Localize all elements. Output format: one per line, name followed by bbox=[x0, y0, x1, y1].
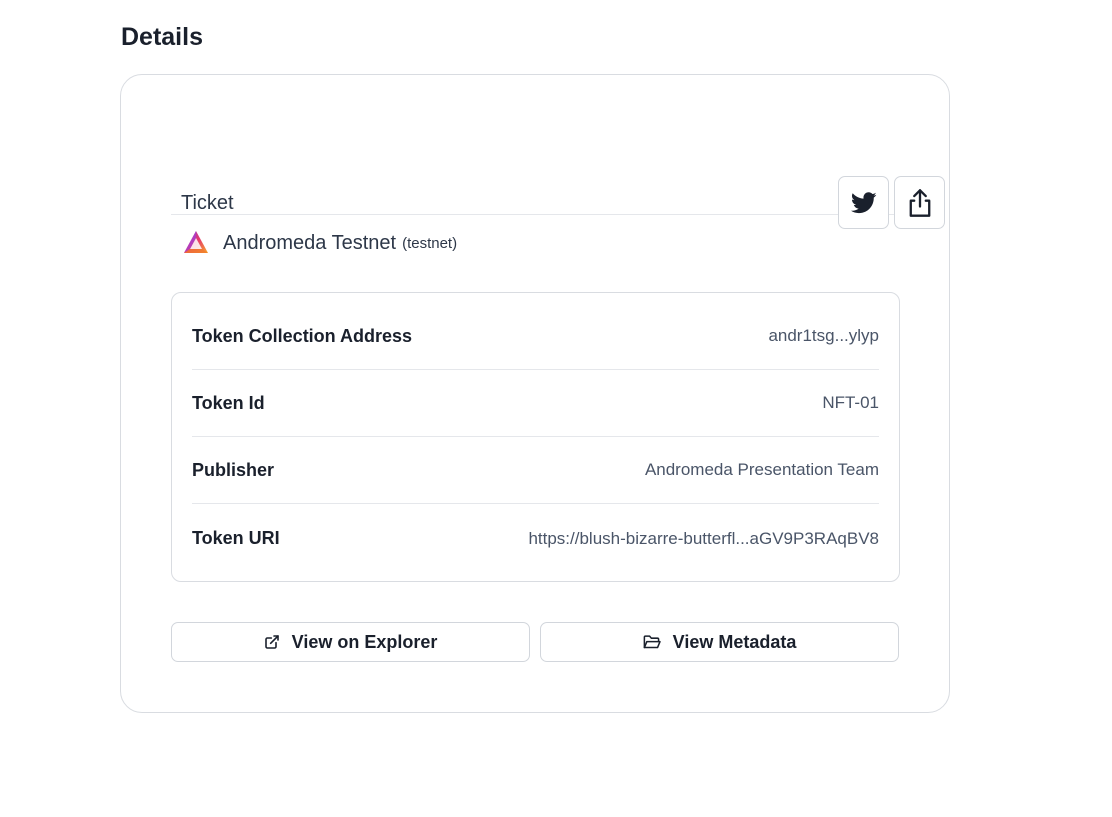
share-icon bbox=[906, 188, 934, 218]
details-card: Ticket Andromeda Testnet (testnet) Token… bbox=[120, 74, 950, 713]
chain-info: Andromeda Testnet (testnet) bbox=[181, 228, 457, 258]
detail-row-token-uri: Token URI https://blush-bizarre-butterfl… bbox=[192, 505, 879, 572]
andromeda-logo-icon bbox=[181, 228, 211, 258]
view-on-explorer-label: View on Explorer bbox=[291, 631, 438, 652]
detail-value: Andromeda Presentation Team bbox=[644, 460, 879, 479]
view-metadata-label: View Metadata bbox=[672, 631, 797, 652]
detail-label: Publisher bbox=[192, 459, 275, 480]
detail-row-collection-address: Token Collection Address andr1tsg...ylyp bbox=[192, 303, 879, 370]
token-details-table: Token Collection Address andr1tsg...ylyp… bbox=[171, 292, 900, 582]
folder-open-icon bbox=[643, 634, 673, 650]
share-button[interactable] bbox=[894, 176, 945, 229]
view-on-explorer-button[interactable]: View on Explorer bbox=[171, 622, 530, 662]
detail-row-publisher: Publisher Andromeda Presentation Team bbox=[192, 437, 879, 504]
card-header: Ticket bbox=[171, 125, 945, 229]
view-metadata-button[interactable]: View Metadata bbox=[540, 622, 899, 662]
twitter-icon bbox=[850, 191, 877, 214]
detail-label: Token Id bbox=[192, 392, 265, 413]
detail-label: Token URI bbox=[192, 528, 280, 548]
detail-label: Token Collection Address bbox=[192, 325, 413, 346]
twitter-share-button[interactable] bbox=[838, 176, 889, 229]
detail-value: NFT-01 bbox=[822, 393, 879, 412]
chain-network-tag: (testnet) bbox=[402, 235, 458, 252]
external-link-icon bbox=[264, 634, 292, 650]
ticket-label: Ticket bbox=[181, 192, 234, 214]
chain-name: Andromeda Testnet bbox=[223, 232, 397, 254]
detail-row-token-id: Token Id NFT-01 bbox=[192, 370, 879, 437]
detail-value[interactable]: andr1tsg...ylyp bbox=[768, 326, 879, 346]
page-title: Details bbox=[121, 23, 203, 51]
detail-value[interactable]: https://blush-bizarre-butterfl...aGV9P3R… bbox=[528, 529, 879, 549]
